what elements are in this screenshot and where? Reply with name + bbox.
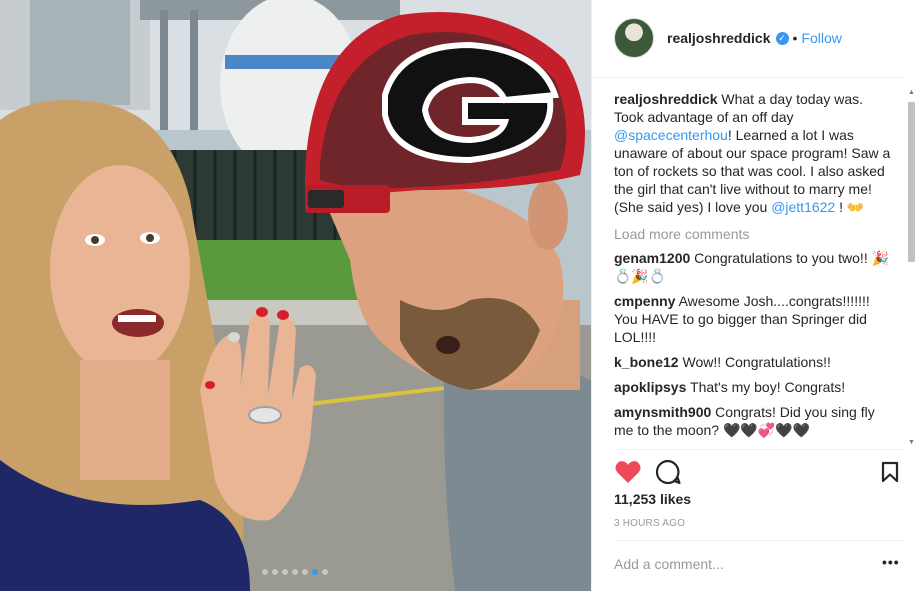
load-more-comments-button[interactable]: Load more comments (614, 225, 896, 243)
carousel-dot[interactable] (292, 569, 298, 575)
comments-scrollbar[interactable]: ▲ ▼ (907, 88, 916, 448)
comment-item: amynsmith900 Congrats! Did you sing fly … (614, 403, 896, 439)
comment-item: k_bone12 Wow!! Congratulations!! (614, 353, 896, 371)
header-user-row: realjoshreddick ✓ • Follow (667, 30, 842, 46)
comment-username[interactable]: amynsmith900 (614, 404, 711, 420)
caption-text-3: ! 👐 (835, 199, 865, 215)
caption-username[interactable]: realjoshreddick (614, 91, 718, 107)
header-separator: • (792, 30, 798, 46)
caption: realjoshreddick What a day today was. To… (614, 90, 896, 216)
avatar[interactable] (614, 18, 654, 58)
caption-mention-jett1622[interactable]: @jett1622 (771, 199, 835, 215)
heart-icon (615, 461, 641, 483)
add-comment-input[interactable] (614, 553, 864, 575)
save-button[interactable] (876, 458, 904, 486)
comment-username[interactable]: cmpenny (614, 293, 675, 309)
scroll-up-arrow-icon[interactable]: ▲ (907, 88, 916, 98)
comment-text: That's my boy! Congrats! (690, 379, 846, 395)
comment-item: cmpenny Awesome Josh....congrats!!!!!!! … (614, 292, 896, 346)
scrollbar-thumb[interactable] (908, 102, 915, 262)
carousel-dot[interactable] (302, 569, 308, 575)
post-side-panel: realjoshreddick ✓ • Follow realjoshreddi… (591, 0, 920, 591)
add-comment-divider (614, 540, 904, 541)
comment-username[interactable]: genam1200 (614, 250, 690, 266)
carousel-indicators (262, 569, 328, 575)
scroll-down-arrow-icon[interactable]: ▼ (907, 438, 916, 448)
header-username[interactable]: realjoshreddick (667, 30, 771, 46)
more-options-button[interactable]: ••• (882, 554, 900, 570)
comments-list[interactable]: realjoshreddick What a day today was. To… (614, 90, 896, 446)
post-photo[interactable] (0, 0, 591, 591)
comment-username[interactable]: k_bone12 (614, 354, 679, 370)
comment-button[interactable] (654, 458, 682, 486)
engagement-photo-image (0, 0, 591, 591)
carousel-dot[interactable] (312, 569, 318, 575)
post-actions (614, 458, 904, 486)
caption-mention-spacecenterhou[interactable]: @spacecenterhou (614, 127, 728, 143)
bookmark-icon (881, 461, 899, 483)
carousel-dot[interactable] (262, 569, 268, 575)
actions-divider (614, 449, 904, 450)
carousel-dot[interactable] (322, 569, 328, 575)
comment-username[interactable]: apoklipsys (614, 379, 686, 395)
speech-bubble-icon (655, 459, 681, 485)
follow-button[interactable]: Follow (801, 30, 841, 46)
post-header: realjoshreddick ✓ • Follow (592, 0, 904, 78)
carousel-dot[interactable] (272, 569, 278, 575)
comment-text: Wow!! Congratulations!! (682, 354, 831, 370)
carousel-dot[interactable] (282, 569, 288, 575)
like-button[interactable] (614, 458, 642, 486)
comment-item: genam1200 Congratulations to you two!! 🎉… (614, 249, 896, 285)
likes-count[interactable]: 11,253 likes (614, 491, 691, 507)
post-timestamp[interactable]: 3 HOURS AGO (614, 518, 685, 529)
comment-item: apoklipsys That's my boy! Congrats! (614, 378, 896, 396)
verified-badge-icon: ✓ (775, 31, 789, 45)
